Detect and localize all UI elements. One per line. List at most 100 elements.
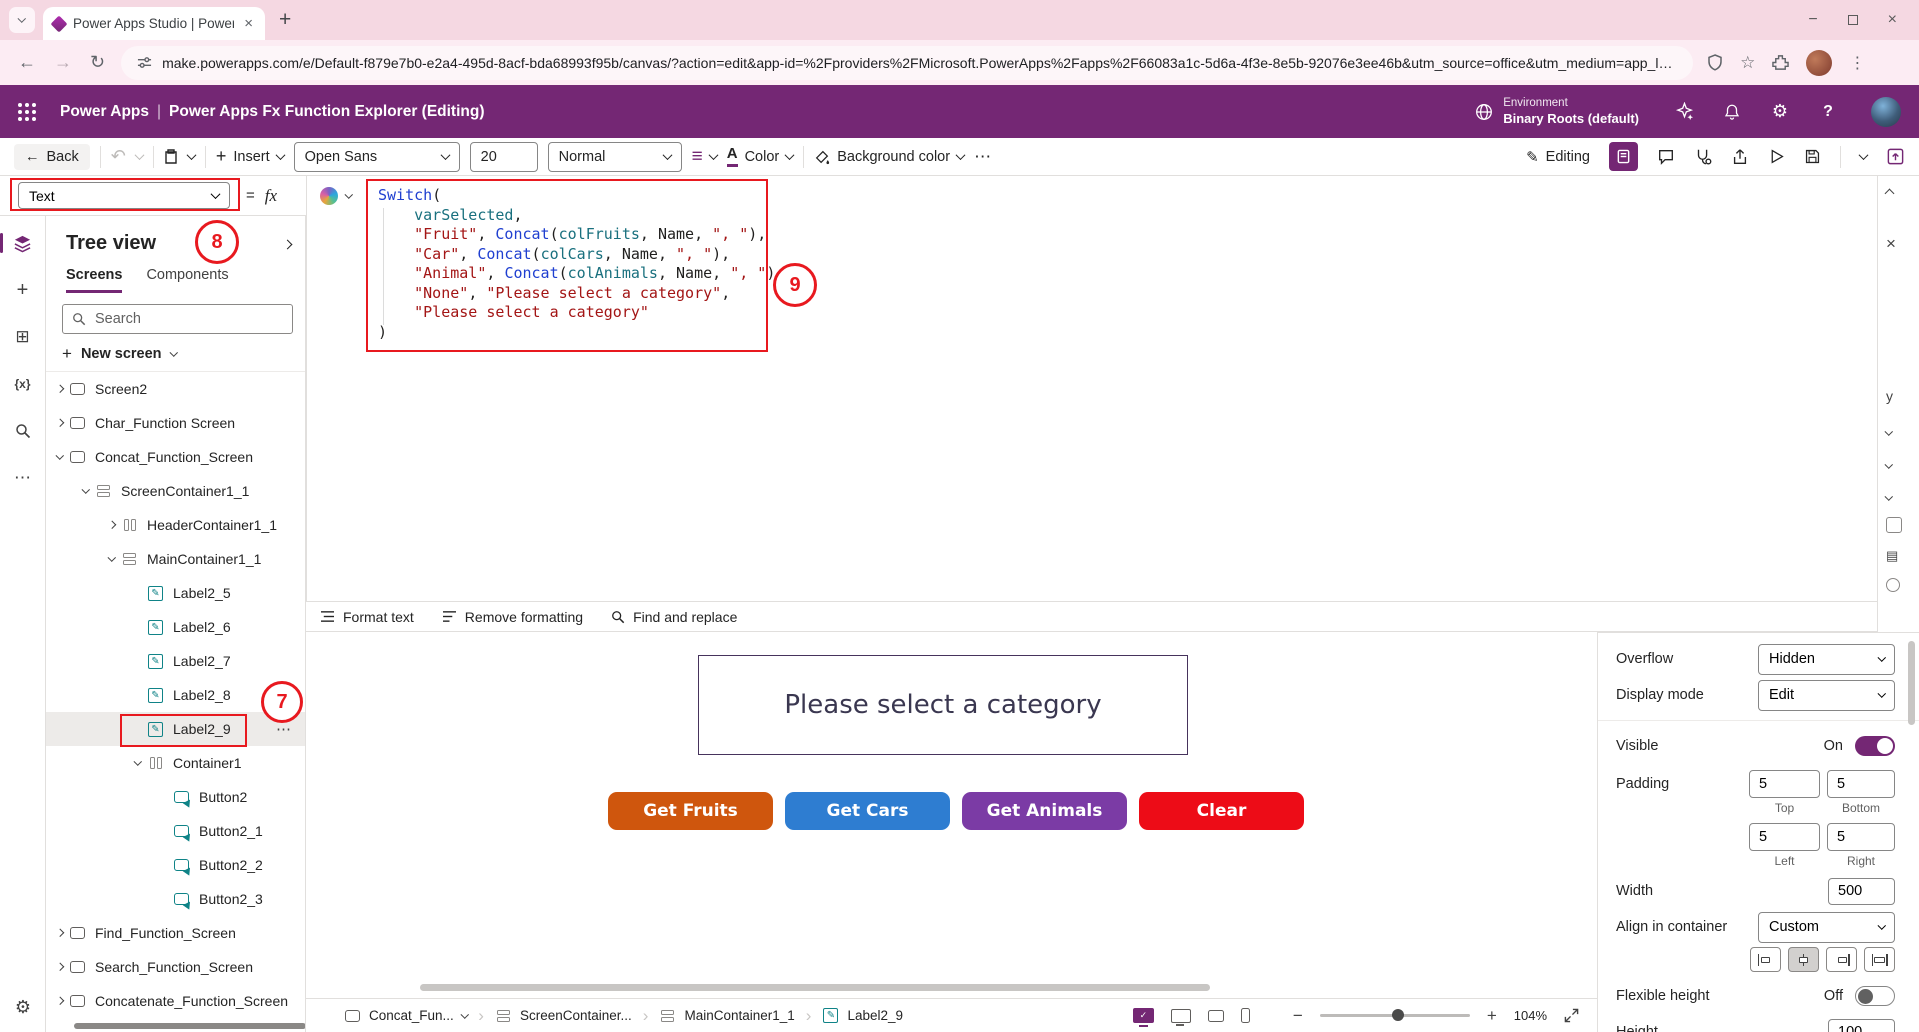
browser-back-icon[interactable]: ←: [18, 52, 36, 73]
tree-item-char-function-screen[interactable]: Char_Function Screen: [46, 406, 305, 440]
tree-item-label2-8[interactable]: ✎ Label2_8: [46, 678, 305, 712]
padding-left-input[interactable]: 5: [1749, 823, 1820, 851]
rail-variables-icon[interactable]: {x}: [12, 373, 34, 395]
tree-item-button2-1[interactable]: Button2_1: [46, 814, 305, 848]
tree-expand-chevron-icon[interactable]: [102, 553, 121, 562]
tab-search-button[interactable]: [9, 7, 35, 33]
save-icon[interactable]: [1804, 148, 1821, 165]
tree-expand-chevron-icon[interactable]: [50, 451, 69, 460]
environment-picker[interactable]: Environment Binary Roots (default): [1475, 96, 1639, 127]
copilot-icon[interactable]: [1673, 101, 1695, 123]
padding-bottom-input[interactable]: 5: [1827, 770, 1895, 798]
help-icon[interactable]: ?: [1817, 101, 1839, 123]
browser-reload-icon[interactable]: ↻: [90, 52, 105, 73]
tree-expand-chevron-icon[interactable]: [50, 963, 69, 971]
url-field[interactable]: make.powerapps.com/e/Default-f879e7b0-e2…: [121, 45, 1694, 80]
tree-item-container1[interactable]: Container1: [46, 746, 305, 780]
save-dropdown-chevron-icon[interactable]: [1858, 150, 1869, 161]
browser-tab[interactable]: Power Apps Studio | Power Ap ×: [43, 7, 265, 40]
align-right-button[interactable]: [1826, 947, 1857, 972]
preview-play-icon[interactable]: [1768, 148, 1785, 165]
font-size-input[interactable]: 20: [469, 141, 538, 172]
breadcrumb-item-concat-fun[interactable]: Concat_Fun...: [344, 1008, 469, 1024]
height-input[interactable]: 100: [1828, 1018, 1895, 1032]
undo-button[interactable]: ↶: [111, 146, 126, 167]
zoom-out-icon[interactable]: −: [1293, 1006, 1303, 1026]
paste-button[interactable]: [164, 148, 178, 165]
text-style-dropdown[interactable]: Normal: [547, 141, 682, 172]
tablet-preview-icon[interactable]: [1207, 1009, 1224, 1022]
tree-expand-chevron-icon[interactable]: [50, 997, 69, 1005]
property-selector-dropdown[interactable]: Text: [18, 182, 230, 209]
tree-item-button2-2[interactable]: Button2_2: [46, 848, 305, 882]
editing-mode-button[interactable]: ✎ Editing: [1526, 148, 1590, 166]
tree-expand-chevron-icon[interactable]: [50, 385, 69, 393]
formula-copilot-button[interactable]: [320, 187, 353, 205]
window-minimize-icon[interactable]: −: [1808, 11, 1817, 29]
properties-close-icon[interactable]: ×: [1886, 234, 1896, 254]
settings-gear-icon[interactable]: ⚙: [1769, 101, 1791, 123]
canvas-horizontal-scrollbar[interactable]: [420, 984, 1210, 991]
canvas-button-get-cars[interactable]: Get Cars: [785, 792, 950, 830]
account-avatar[interactable]: [1871, 96, 1901, 127]
background-color-button[interactable]: Background color: [814, 149, 966, 165]
rail-settings-gear-icon[interactable]: ⚙: [0, 997, 46, 1018]
find-and-replace-button[interactable]: Find and replace: [611, 609, 737, 625]
paste-dropdown[interactable]: [186, 150, 197, 161]
font-color-button[interactable]: A Color: [726, 145, 795, 168]
browser-menu-kebab-icon[interactable]: ⋮: [1849, 53, 1865, 73]
back-button[interactable]: ← Back: [14, 143, 90, 170]
fit-to-window-icon[interactable]: [1564, 1008, 1579, 1023]
alignment-dropdown[interactable]: ≡: [692, 147, 719, 166]
tree-expand-chevron-icon[interactable]: [128, 757, 147, 766]
padding-right-input[interactable]: 5: [1827, 823, 1895, 851]
notifications-bell-icon[interactable]: [1721, 101, 1743, 123]
rail-more-icon[interactable]: ⋯: [12, 467, 34, 489]
toolbar-more-icon[interactable]: ⋯: [974, 147, 991, 167]
canvas-label-control[interactable]: Please select a category: [698, 655, 1188, 755]
extensions-puzzle-icon[interactable]: [1772, 54, 1790, 71]
canvas-button-clear[interactable]: Clear: [1139, 792, 1304, 830]
width-input[interactable]: 500: [1828, 877, 1895, 905]
app-canvas[interactable]: Please select a category Get Fruits Get C…: [306, 632, 1597, 998]
tree-tab-screens[interactable]: Screens: [66, 267, 123, 293]
align-left-button[interactable]: [1750, 947, 1781, 972]
tree-expand-chevron-icon[interactable]: [102, 521, 121, 529]
rail-search-icon[interactable]: [12, 420, 34, 442]
breadcrumb-item-maincontainer1-1[interactable]: MainContainer1_1: [659, 1008, 795, 1024]
desktop-preview-active-icon[interactable]: ✓: [1132, 1008, 1154, 1027]
tree-search-input[interactable]: Search: [62, 304, 293, 334]
browser-profile-avatar[interactable]: [1806, 49, 1833, 76]
browser-forward-icon[interactable]: →: [54, 52, 72, 73]
tree-item-label2-7[interactable]: ✎ Label2_7: [46, 644, 305, 678]
tree-expand-chevron-icon[interactable]: [50, 929, 69, 937]
zoom-in-icon[interactable]: +: [1487, 1006, 1497, 1026]
display-mode-dropdown[interactable]: Edit: [1758, 679, 1895, 711]
undo-dropdown[interactable]: [134, 150, 145, 161]
formula-code[interactable]: Switch( varSelected, "Fruit", Concat(col…: [378, 186, 784, 342]
comments-icon[interactable]: [1657, 148, 1675, 166]
align-center-button[interactable]: [1788, 947, 1819, 972]
window-maximize-icon[interactable]: [1847, 15, 1858, 25]
new-screen-button[interactable]: + New screen: [62, 344, 289, 364]
rail-insert-icon[interactable]: +: [12, 279, 34, 301]
breadcrumb-item-screencontainer[interactable]: ScreenContainer...: [495, 1008, 632, 1024]
tree-horizontal-scrollbar[interactable]: [74, 1023, 305, 1029]
tree-item-concat-function-screen[interactable]: Concat_Function_Screen: [46, 440, 305, 474]
font-family-dropdown[interactable]: Open Sans: [293, 141, 460, 172]
desktop-preview-icon[interactable]: [1170, 1008, 1191, 1027]
align-stretch-button[interactable]: [1864, 947, 1895, 972]
overflow-dropdown[interactable]: Hidden: [1758, 643, 1895, 675]
tree-tab-components[interactable]: Components: [146, 267, 228, 293]
publish-icon[interactable]: [1886, 147, 1905, 166]
tree-item-label2-9[interactable]: ✎ Label2_9 ⋯: [46, 712, 305, 746]
rail-tree-view-icon[interactable]: [0, 232, 34, 254]
zoom-slider[interactable]: [1319, 1009, 1470, 1022]
breadcrumb-item-label2-9[interactable]: ✎ Label2_9: [822, 1008, 903, 1024]
padding-top-input[interactable]: 5: [1749, 770, 1820, 798]
formula-editor[interactable]: Switch( varSelected, "Fruit", Concat(col…: [306, 176, 1877, 601]
panel-collapse-chevron-icon[interactable]: [282, 235, 293, 253]
canvas-button-get-animals[interactable]: Get Animals: [962, 792, 1127, 830]
flexible-height-toggle[interactable]: [1855, 986, 1895, 1006]
formula-collapse-chevron-icon[interactable]: [1884, 184, 1895, 202]
